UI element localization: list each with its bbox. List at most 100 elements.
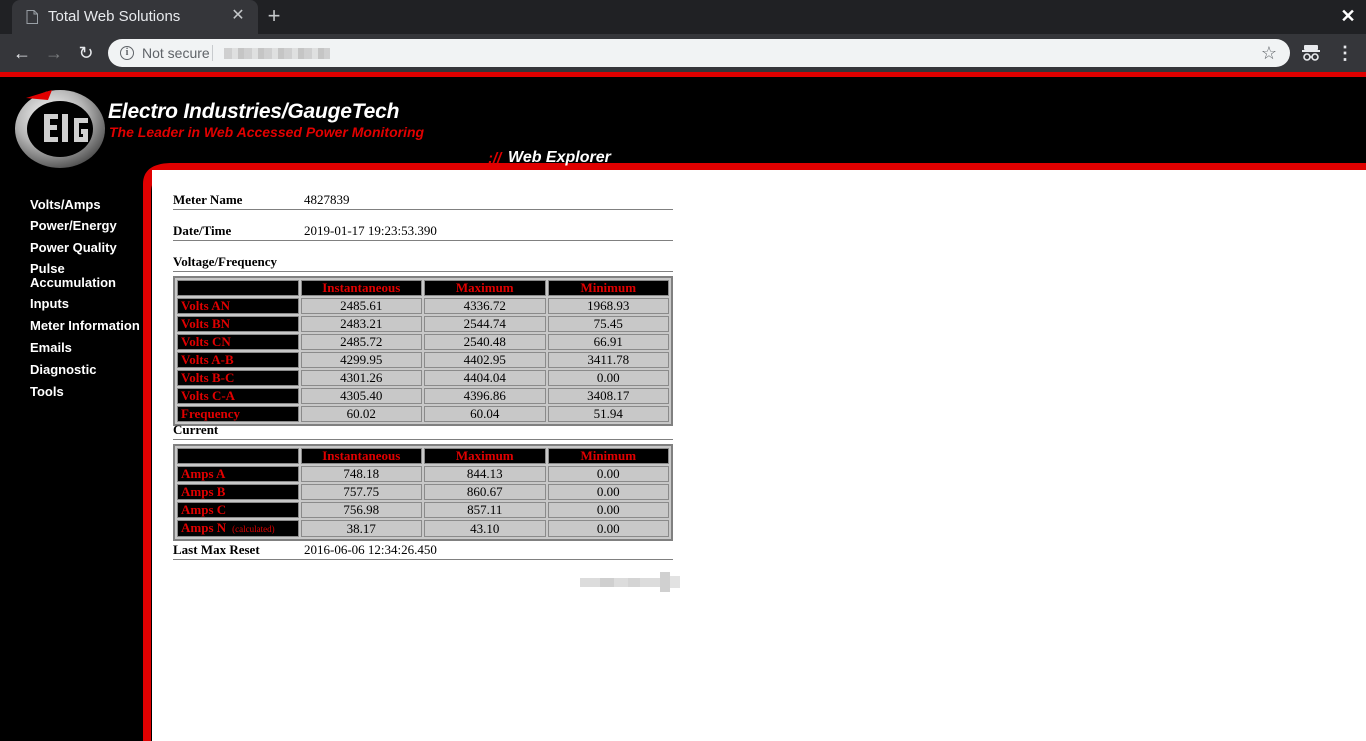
brand-tagline: The Leader in Web Accessed Power Monitor…: [109, 124, 425, 140]
row-label-text: Amps A: [181, 466, 226, 481]
last-max-reset-value: 2016-06-06 12:34:26.450: [304, 542, 437, 557]
last-max-reset-label: Last Max Reset: [173, 542, 260, 557]
cell-max: 4404.04: [424, 370, 546, 386]
row-label-text: Volts A-B: [181, 352, 234, 367]
cell-inst: 4301.26: [300, 370, 422, 386]
row-label: Volts A-B: [177, 352, 299, 368]
cell-min: 0.00: [547, 466, 669, 482]
cell-max: 4396.86: [424, 388, 546, 404]
star-icon[interactable]: ☆: [1258, 42, 1280, 64]
sidebar-item-emails[interactable]: Emails: [30, 341, 72, 355]
brand-name: Electro Industries/GaugeTech: [108, 100, 400, 123]
cell-max: 4402.95: [424, 352, 546, 368]
datetime-value: 2019-01-17 19:23:53.390: [304, 223, 437, 238]
row-label: Amps A: [177, 466, 299, 482]
row-label: Volts CN: [177, 334, 299, 350]
eig-logo: [15, 90, 105, 168]
window-close-icon[interactable]: ✕: [1338, 6, 1358, 26]
cell-max: 43.10: [424, 520, 546, 537]
cell-min: 3408.17: [547, 388, 669, 404]
table-row: Amps A 748.18 844.13 0.00: [177, 466, 669, 482]
table-row: Volts CN 2485.72 2540.48 66.91: [177, 334, 669, 350]
incognito-icon[interactable]: [1300, 42, 1322, 64]
table-row: Volts BN 2483.21 2544.74 75.45: [177, 316, 669, 332]
column-header-maximum: Maximum: [424, 448, 546, 464]
table-row: Volts A-B 4299.95 4402.95 3411.78: [177, 352, 669, 368]
table-row: Volts B-C 4301.26 4404.04 0.00: [177, 370, 669, 386]
sidebar-item-power-quality[interactable]: Power Quality: [30, 241, 117, 255]
datetime-label: Date/Time: [173, 223, 232, 238]
cell-max: 4336.72: [424, 298, 546, 314]
browser-tabstrip: Total Web Solutions ✕ + ✕: [0, 0, 1366, 34]
sidebar-item-pulse[interactable]: Pulse: [30, 262, 65, 276]
sidebar-item-tools[interactable]: Tools: [30, 385, 64, 399]
cell-max: 2540.48: [424, 334, 546, 350]
reload-icon[interactable]: ↻: [75, 42, 97, 64]
not-secure-label: Not secure: [142, 45, 210, 61]
column-header-minimum: Minimum: [547, 280, 669, 296]
forward-arrow-icon[interactable]: →: [43, 42, 65, 64]
cell-inst: 748.18: [300, 466, 422, 482]
cell-max: 844.13: [424, 466, 546, 482]
row-label-text: Amps B: [181, 484, 226, 499]
browser-toolbar: ← → ↻ i Not secure ☆ ⋮: [0, 34, 1366, 72]
kebab-menu-icon[interactable]: ⋮: [1336, 42, 1354, 64]
cell-min: 0.00: [547, 484, 669, 500]
current-heading: Current: [173, 420, 673, 440]
sidebar-item-volts-amps[interactable]: Volts/Amps: [30, 198, 101, 212]
table-row: Amps B 757.75 860.67 0.00: [177, 484, 669, 500]
datetime-row: Date/Time 2019-01-17 19:23:53.390: [173, 221, 673, 241]
row-label-text: Volts B-C: [181, 370, 235, 385]
row-label: Amps C: [177, 502, 299, 518]
table-row: Volts AN 2485.61 4336.72 1968.93: [177, 298, 669, 314]
table-row: Volts C-A 4305.40 4396.86 3408.17: [177, 388, 669, 404]
cell-inst: 756.98: [300, 502, 422, 518]
redacted-footer: [580, 572, 680, 592]
sidebar-item-diagnostic[interactable]: Diagnostic: [30, 363, 96, 377]
cell-inst: 2485.72: [300, 334, 422, 350]
cell-inst: 4299.95: [300, 352, 422, 368]
row-label: Volts BN: [177, 316, 299, 332]
cell-inst: 2483.21: [300, 316, 422, 332]
cell-max: 860.67: [424, 484, 546, 500]
close-icon[interactable]: ✕: [229, 7, 247, 25]
table-corner: [177, 448, 299, 464]
cell-min: 1968.93: [547, 298, 669, 314]
cell-inst: 757.75: [300, 484, 422, 500]
tab-title: Total Web Solutions: [48, 8, 181, 25]
row-label-text: Volts BN: [181, 316, 231, 331]
sidebar-item-meter-information[interactable]: Meter Information: [30, 319, 140, 333]
row-label-text: Amps C: [181, 502, 227, 517]
last-max-reset-row: Last Max Reset 2016-06-06 12:34:26.450: [173, 540, 673, 560]
sidebar-item-inputs[interactable]: Inputs: [30, 297, 69, 311]
web-explorer-title: Web Explorer: [508, 149, 611, 166]
cell-min: 0.00: [547, 502, 669, 518]
current-table: Instantaneous Maximum Minimum Amps A 748.…: [173, 444, 673, 541]
cell-min: 0.00: [547, 370, 669, 386]
cell-min: 66.91: [547, 334, 669, 350]
row-label-text: Amps N: [181, 520, 227, 535]
meter-name-row: Meter Name 4827839: [173, 190, 673, 210]
meter-name-label: Meter Name: [173, 192, 243, 207]
address-bar[interactable]: i Not secure ☆: [108, 39, 1290, 67]
content-panel: Meter Name 4827839 Date/Time 2019-01-17 …: [152, 170, 1366, 741]
info-icon[interactable]: i: [120, 46, 134, 60]
web-explorer-slashes: ://: [488, 150, 502, 167]
back-arrow-icon[interactable]: ←: [11, 42, 33, 64]
cell-inst: 4305.40: [300, 388, 422, 404]
cell-max: 2544.74: [424, 316, 546, 332]
column-header-instantaneous: Instantaneous: [300, 280, 422, 296]
browser-tab[interactable]: Total Web Solutions ✕: [12, 0, 258, 34]
cell-min: 0.00: [547, 520, 669, 537]
row-label: Amps N (calculated): [177, 520, 299, 537]
row-label-text: Volts AN: [181, 298, 231, 313]
row-label: Volts B-C: [177, 370, 299, 386]
voltage-frequency-heading: Voltage/Frequency: [173, 252, 673, 272]
row-label-text: Frequency: [181, 406, 240, 421]
plus-icon[interactable]: +: [262, 5, 286, 29]
table-row: Amps N (calculated) 38.17 43.10 0.00: [177, 520, 669, 537]
sidebar-item-power-energy[interactable]: Power/Energy: [30, 219, 117, 233]
sidebar-item-accumulation[interactable]: Accumulation: [30, 276, 116, 290]
row-label: Volts C-A: [177, 388, 299, 404]
table-row: Amps C 756.98 857.11 0.00: [177, 502, 669, 518]
